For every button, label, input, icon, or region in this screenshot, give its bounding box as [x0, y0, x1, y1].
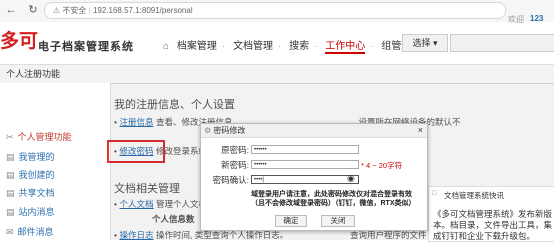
sidebar-item-managed[interactable]: ▤ 我管理的: [6, 150, 55, 163]
sidebar-item-created[interactable]: ▤ 我创建的: [6, 168, 55, 181]
message-icon: ▤: [6, 207, 15, 217]
header-search-input[interactable]: [450, 34, 554, 52]
news-icon: □: [432, 190, 437, 197]
old-password-label: 原密码:: [221, 145, 249, 155]
domain-login-warning: 域登录用户请注意，此处密码修改仅对混合登录有效（且不会修改域登录密码）（钉钉，微…: [251, 191, 416, 207]
confirm-password-input[interactable]: ••••|: [251, 175, 359, 184]
sidebar-item-shared[interactable]: ▤ 共享文档: [6, 186, 55, 199]
select-label: 选择: [412, 38, 431, 48]
menu-item-workcenter[interactable]: 工作中心: [325, 41, 366, 54]
breadcrumb: 个人注册功能: [0, 64, 554, 84]
chevron-down-icon: ▾: [433, 38, 438, 48]
warning-icon: ⚠: [53, 6, 61, 15]
news-title: 文档管理系统快讯: [444, 191, 504, 200]
ok-button[interactable]: 确定: [275, 215, 307, 227]
file-icon: ▤: [6, 170, 15, 180]
folder-icon: ▤: [6, 152, 15, 162]
new-password-input[interactable]: ••••••: [251, 160, 359, 169]
logo: 多可: [0, 31, 39, 52]
settings-icon: ⚙: [204, 126, 212, 135]
new-password-hint: * 4 ~ 20字符: [361, 161, 403, 170]
user-count: 123: [530, 14, 544, 23]
home-icon[interactable]: ⌂: [163, 41, 169, 52]
mail-icon: ✉: [6, 227, 14, 237]
menu-item-archive[interactable]: 档案管理: [177, 41, 217, 52]
tools-icon: ✂: [6, 132, 14, 142]
sidebar-item-label: 共享文档: [18, 188, 55, 198]
eye-icon[interactable]: ◉: [347, 173, 355, 184]
sidebar-item-label: 站内消息: [18, 207, 55, 217]
cancel-button[interactable]: 关闭: [321, 215, 355, 227]
back-icon[interactable]: ←: [4, 3, 18, 17]
url-text: 192.168.57.1:8091/personal: [92, 6, 193, 15]
sidebar-item-label: 邮件消息: [17, 227, 54, 237]
sidebar-item-label: 个人管理功能: [17, 132, 72, 142]
menu-item-search[interactable]: 搜索: [289, 41, 309, 52]
select-dropdown[interactable]: 选择 ▾: [402, 34, 448, 52]
new-password-label: 新密码:: [221, 160, 249, 170]
sidebar-item-messages[interactable]: ▤ 站内消息: [6, 205, 55, 218]
security-label: 不安全: [62, 6, 87, 15]
dialog-title: 密码修改: [213, 126, 246, 135]
breadcrumb-label: 个人注册功能: [6, 69, 61, 79]
share-icon: ▤: [6, 188, 15, 198]
sidebar-item-label: 我创建的: [18, 170, 55, 180]
welcome-text: 欢迎: [508, 15, 524, 24]
logo-subtitle: 电子档案管理系统: [38, 41, 134, 53]
menu-item-docs[interactable]: 文档管理: [233, 41, 273, 52]
sidebar-item-label: 我管理的: [18, 152, 55, 162]
password-dialog: ⚙ 密码修改 × 原密码: •••••• 新密码: •••••• * 4 ~ 2…: [200, 123, 428, 231]
close-icon[interactable]: ×: [418, 124, 423, 137]
sidebar-item-personal[interactable]: ✂ 个人管理功能: [6, 130, 72, 143]
address-bar[interactable]: ⚠ 不安全 | 192.168.57.1:8091/personal: [44, 2, 506, 19]
news-body: 《多可文档管理系统》发布新版本。档目录，文件导出工具，集成钉钉和企业下载升级包。: [433, 209, 553, 241]
dialog-titlebar: ⚙ 密码修改 ×: [201, 124, 427, 138]
confirm-password-label: 密码确认:: [212, 175, 249, 185]
sidebar-item-mail[interactable]: ✉ 邮件消息: [6, 225, 54, 238]
old-password-input[interactable]: ••••••: [251, 145, 359, 154]
reload-icon[interactable]: ↻: [26, 3, 40, 17]
